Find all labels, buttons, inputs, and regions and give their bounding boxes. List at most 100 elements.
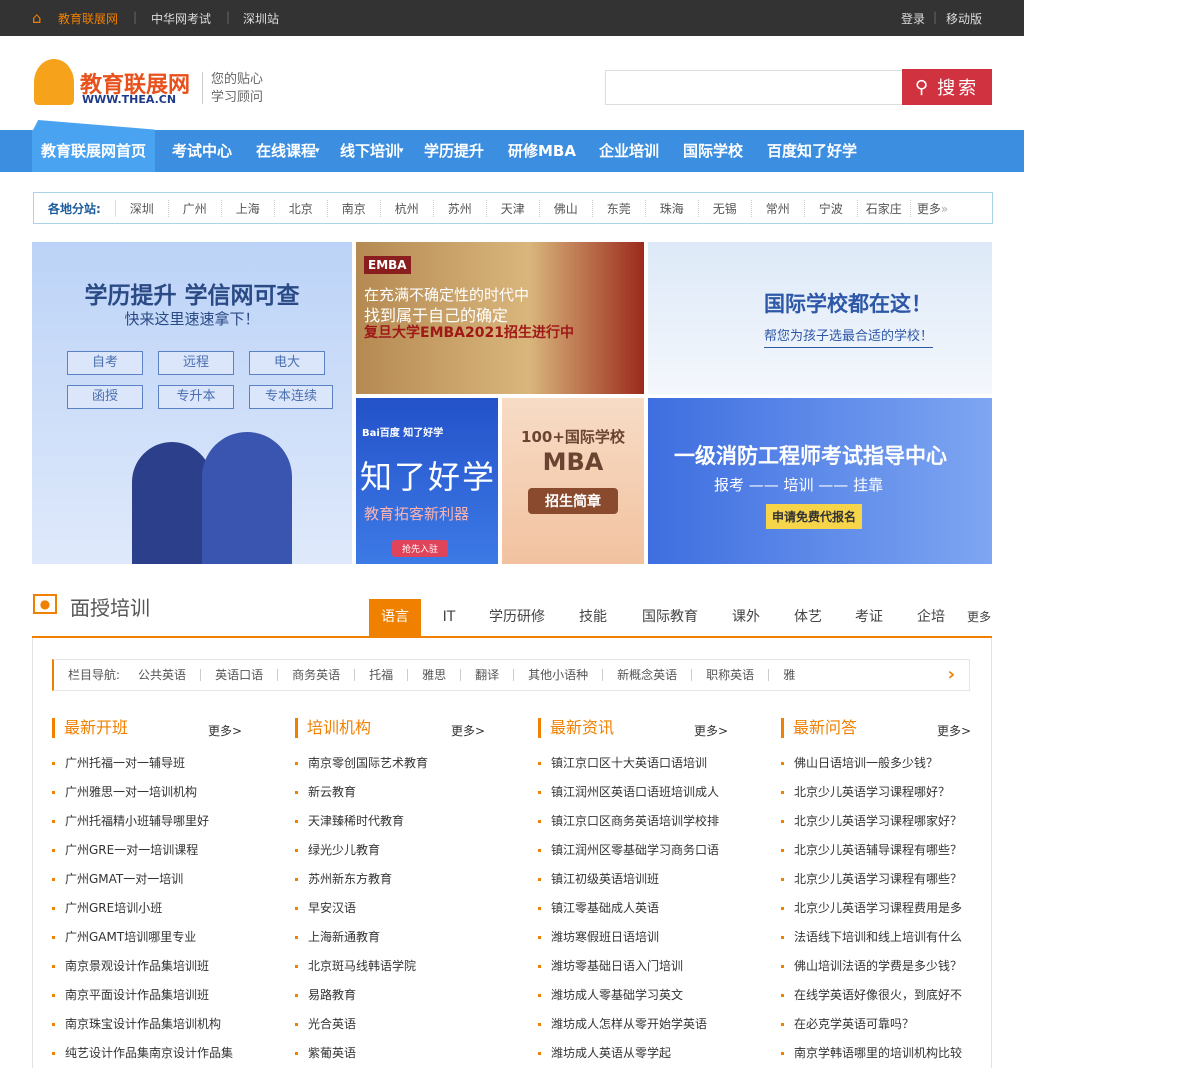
list-item[interactable]: 绿光少儿教育 xyxy=(295,840,525,869)
column-more-link[interactable]: 更多> xyxy=(208,722,242,739)
branch-link[interactable]: 深圳 xyxy=(116,199,169,217)
branch-link[interactable]: 东莞 xyxy=(593,199,646,217)
tab-enterprise[interactable]: 企培 xyxy=(911,599,951,636)
tab-intl-edu[interactable]: 国际教育 xyxy=(638,599,702,636)
list-item[interactable]: 镇江初级英语培训班 xyxy=(538,869,768,898)
list-item[interactable]: 紫葡英语 xyxy=(295,1043,525,1072)
list-item[interactable]: 广州GRE一对一培训课程 xyxy=(52,840,282,869)
branch-link[interactable]: 佛山 xyxy=(540,199,593,217)
list-item[interactable]: 佛山日语培训一般多少钱？ xyxy=(781,753,1011,782)
list-item[interactable]: 广州托福精小班辅导哪里好 xyxy=(52,811,282,840)
subnav-link[interactable]: 雅 xyxy=(769,669,809,681)
list-item[interactable]: 佛山培训法语的学费是多少钱？ xyxy=(781,956,1011,985)
subnav-link[interactable]: 英语口语 xyxy=(201,669,279,681)
column-more-link[interactable]: 更多> xyxy=(451,722,485,739)
nav-intl-school[interactable]: 国际学校 xyxy=(683,130,743,172)
login-link[interactable]: 登录 xyxy=(901,10,925,27)
subnav-link[interactable]: 职称英语 xyxy=(692,669,770,681)
branch-link[interactable]: 苏州 xyxy=(434,199,487,217)
nav-online-courses[interactable]: 在线课程 xyxy=(256,130,316,172)
list-item[interactable]: 镇江零基础成人英语 xyxy=(538,898,768,927)
list-item[interactable]: 早安汉语 xyxy=(295,898,525,927)
logo[interactable]: 教育联展网 WWW.THEA.CN xyxy=(32,55,197,107)
subnav-link[interactable]: 雅思 xyxy=(408,669,462,681)
list-item[interactable]: 上海新通教育 xyxy=(295,927,525,956)
list-item[interactable]: 南京景观设计作品集培训班 xyxy=(52,956,282,985)
tabs-more-link[interactable]: 更多 xyxy=(962,599,996,636)
subnav-link[interactable]: 公共英语 xyxy=(124,669,202,681)
branch-link[interactable]: 南京 xyxy=(328,199,381,217)
subnav-link[interactable]: 托福 xyxy=(355,669,409,681)
branch-link[interactable]: 无锡 xyxy=(699,199,752,217)
banner-btn[interactable]: 远程 xyxy=(158,351,234,375)
list-item[interactable]: 光合英语 xyxy=(295,1014,525,1043)
list-item[interactable]: 在必克学英语可靠吗？ xyxy=(781,1014,1011,1043)
subnav-link[interactable]: 翻译 xyxy=(461,669,515,681)
zhonghua-exam-link[interactable]: 中华网考试 xyxy=(151,10,211,27)
branch-link[interactable]: 杭州 xyxy=(381,199,434,217)
banner-btn[interactable]: 专升本 xyxy=(158,385,234,409)
list-item[interactable]: 南京学韩语哪里的培训机构比较 xyxy=(781,1043,1011,1072)
branch-link[interactable]: 北京 xyxy=(275,199,328,217)
shenzhen-link[interactable]: 深圳站 xyxy=(243,10,279,27)
list-item[interactable]: 南京平面设计作品集培训班 xyxy=(52,985,282,1014)
nav-mba[interactable]: 研修MBA xyxy=(508,130,576,172)
banner-emba[interactable]: EMBA 在充满不确定性的时代中 找到属于自己的确定 复旦大学EMBA2021招… xyxy=(356,242,644,394)
nav-home[interactable]: 教育联展网首页 xyxy=(32,130,155,172)
list-item[interactable]: 广州GAMT培训哪里专业 xyxy=(52,927,282,956)
tab-skills[interactable]: 技能 xyxy=(572,599,614,636)
nav-baidu[interactable]: 百度知了好学 xyxy=(767,130,857,172)
nav-degree[interactable]: 学历提升 xyxy=(424,130,484,172)
home-link[interactable]: 教育联展网 xyxy=(58,10,118,27)
list-item[interactable]: 北京少儿英语学习课程有哪些？ xyxy=(781,869,1011,898)
nav-offline-training[interactable]: 线下培训 xyxy=(340,130,400,172)
branch-more-link[interactable]: 更多» xyxy=(911,200,948,217)
banner-btn[interactable]: 自考 xyxy=(67,351,143,375)
list-item[interactable]: 镇江润州区英语口语班培训成人 xyxy=(538,782,768,811)
list-item[interactable]: 潍坊零基础日语入门培训 xyxy=(538,956,768,985)
list-item[interactable]: 潍坊成人零基础学习英文 xyxy=(538,985,768,1014)
banner-baidu[interactable]: Bai百度 知了好学 知了好学 教育拓客新利器 抢先入驻 xyxy=(356,398,498,564)
list-item[interactable]: 纯艺设计作品集南京设计作品集 xyxy=(52,1043,282,1072)
search-button[interactable]: ⚲ 搜索 xyxy=(902,69,992,105)
mobile-link[interactable]: 移动版 xyxy=(946,10,982,27)
list-item[interactable]: 苏州新东方教育 xyxy=(295,869,525,898)
tab-certificates[interactable]: 考证 xyxy=(849,599,889,636)
banner-intl-school[interactable]: 国际学校都在这！ 帮您为孩子选最合适的学校！ xyxy=(648,242,992,394)
banner-btn[interactable]: 电大 xyxy=(249,351,325,375)
list-item[interactable]: 北京少儿英语学习课程哪好？ xyxy=(781,782,1011,811)
subnav-link[interactable]: 商务英语 xyxy=(278,669,356,681)
banner-degree[interactable]: 学历提升 学信网可查 快来这里速速拿下！ 自考 远程 电大 函授 专升本 专本连… xyxy=(32,242,352,564)
list-item[interactable]: 潍坊成人怎样从零开始学英语 xyxy=(538,1014,768,1043)
list-item[interactable]: 天津臻稀时代教育 xyxy=(295,811,525,840)
chevron-right-icon[interactable]: › xyxy=(934,666,969,684)
list-item[interactable]: 广州GRE培训小班 xyxy=(52,898,282,927)
banner-fire-engineer[interactable]: 一级消防工程师考试指导中心 报考 —— 培训 —— 挂靠 申请免费代报名 xyxy=(648,398,992,564)
branch-link[interactable]: 石家庄 xyxy=(858,199,911,217)
branch-link[interactable]: 天津 xyxy=(487,199,540,217)
list-item[interactable]: 广州托福一对一辅导班 xyxy=(52,753,282,782)
list-item[interactable]: 广州雅思一对一培训机构 xyxy=(52,782,282,811)
branch-link[interactable]: 广州 xyxy=(169,199,222,217)
banner-mba[interactable]: 100+国际学校 MBA 招生简章 xyxy=(502,398,644,564)
banner-btn[interactable]: 函授 xyxy=(67,385,143,409)
search-input[interactable] xyxy=(605,70,903,105)
tab-language[interactable]: 语言 xyxy=(369,599,421,636)
banner-btn[interactable]: 专本连续 xyxy=(249,385,333,409)
list-item[interactable]: 新云教育 xyxy=(295,782,525,811)
nav-enterprise[interactable]: 企业培训 xyxy=(599,130,659,172)
nav-exam-center[interactable]: 考试中心 xyxy=(172,130,232,172)
list-item[interactable]: 北京少儿英语学习课程费用是多 xyxy=(781,898,1011,927)
list-item[interactable]: 南京零创国际艺术教育 xyxy=(295,753,525,782)
list-item[interactable]: 广州GMAT一对一培训 xyxy=(52,869,282,898)
tab-it[interactable]: IT xyxy=(433,599,465,636)
list-item[interactable]: 潍坊寒假班日语培训 xyxy=(538,927,768,956)
subnav-link[interactable]: 其他小语种 xyxy=(514,669,604,681)
list-item[interactable]: 镇江京口区商务英语培训学校排 xyxy=(538,811,768,840)
branch-link[interactable]: 上海 xyxy=(222,199,275,217)
branch-link[interactable]: 常州 xyxy=(752,199,805,217)
list-item[interactable]: 镇江润州区零基础学习商务口语 xyxy=(538,840,768,869)
list-item[interactable]: 潍坊成人英语从零学起 xyxy=(538,1043,768,1072)
tab-degree[interactable]: 学历研修 xyxy=(484,599,550,636)
branch-link[interactable]: 宁波 xyxy=(805,199,858,217)
